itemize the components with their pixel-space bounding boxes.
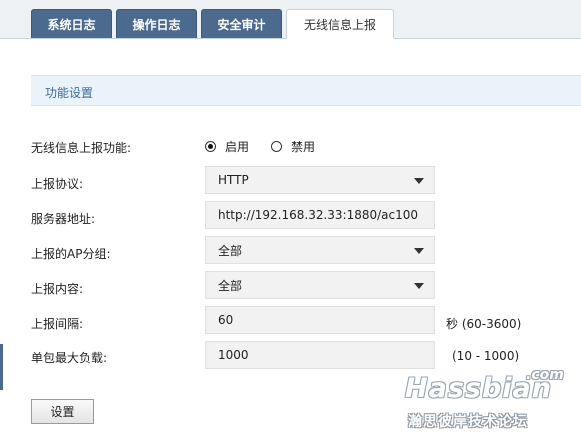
max-load-label: 单包最大负载: <box>31 351 108 365</box>
tab-security-audit[interactable]: 安全审计 <box>201 9 282 38</box>
enable-radio-label[interactable]: 启用 <box>225 138 249 155</box>
max-load-hint: (10 - 1000) <box>452 349 520 363</box>
server-address-label: 服务器地址: <box>31 212 96 226</box>
tab-bar: 系统日志 操作日志 安全审计 无线信息上报 <box>0 0 581 39</box>
interval-hint: 秒 (60-3600) <box>446 317 522 331</box>
chevron-down-icon <box>414 283 424 289</box>
left-edge-strip <box>0 344 3 390</box>
report-function-radio-group: 启用 禁用 <box>205 138 337 155</box>
report-function-label: 无线信息上报功能: <box>31 141 132 155</box>
interval-value: 60 <box>218 313 234 327</box>
report-content-value: 全部 <box>218 278 243 293</box>
watermark: Hassbian .com 瀚思彼岸技术论坛 <box>400 365 580 435</box>
report-content-label: 上报内容: <box>31 282 84 296</box>
server-address-value: http://192.168.32.33:1880/ac100 <box>218 208 419 222</box>
watermark-domain: .com <box>526 367 564 383</box>
section-title: 功能设置 <box>45 86 94 100</box>
disable-radio-label[interactable]: 禁用 <box>291 138 315 155</box>
set-button[interactable]: 设置 <box>31 399 94 424</box>
max-load-value: 1000 <box>218 348 249 362</box>
watermark-subtitle: 瀚思彼岸技术论坛 <box>408 414 528 430</box>
chevron-down-icon <box>414 248 424 254</box>
chevron-down-icon <box>414 178 424 184</box>
interval-input[interactable]: 60 <box>205 306 435 334</box>
server-address-input[interactable]: http://192.168.32.33:1880/ac100 <box>205 201 435 229</box>
protocol-select[interactable]: HTTP <box>205 166 435 194</box>
ap-group-label: 上报的AP分组: <box>31 247 111 261</box>
disable-radio[interactable] <box>271 141 283 152</box>
tab-system-log[interactable]: 系统日志 <box>31 9 112 38</box>
ap-group-select[interactable]: 全部 <box>205 236 435 264</box>
ap-group-value: 全部 <box>218 243 243 258</box>
protocol-label: 上报协议: <box>31 177 84 191</box>
report-content-select[interactable]: 全部 <box>205 271 435 299</box>
enable-radio[interactable] <box>205 141 216 152</box>
section-header: 功能设置 <box>31 75 581 106</box>
interval-label: 上报间隔: <box>31 317 84 331</box>
tab-wireless-report[interactable]: 无线信息上报 <box>286 9 394 39</box>
tab-operation-log[interactable]: 操作日志 <box>116 9 197 38</box>
protocol-value: HTTP <box>218 173 249 187</box>
